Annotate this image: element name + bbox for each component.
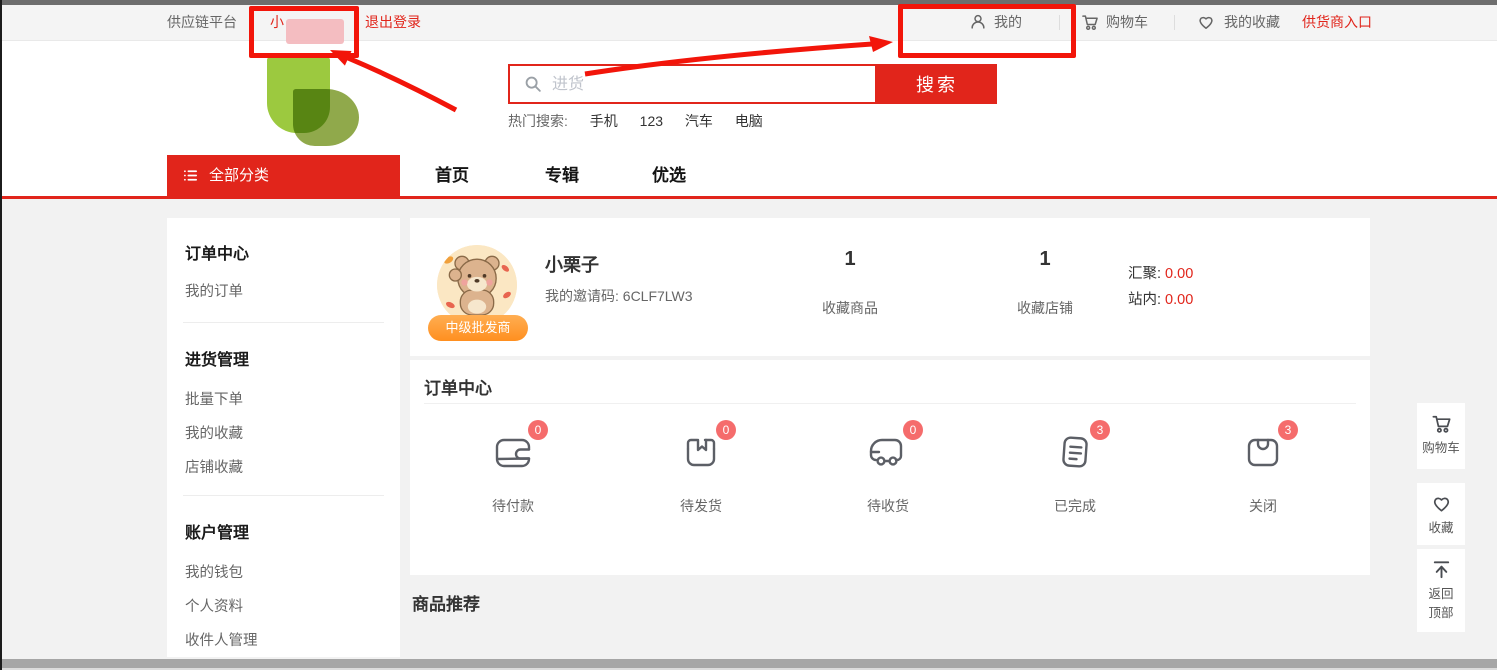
order-center-title: 订单中心 <box>424 374 492 399</box>
cart-icon <box>1080 12 1100 32</box>
sidebar-divider <box>183 495 384 496</box>
page: 供应链平台 小 退出登录 我的 购物车 我的收藏 供货商入口 搜索 热门搜索: … <box>0 0 1497 670</box>
order-status-label: 关闭 <box>1167 496 1359 516</box>
bear-avatar-image <box>437 245 517 325</box>
invite-code: 我的邀请码: 6CLF7LW3 <box>545 286 693 306</box>
stat-label: 收藏商品 <box>790 298 910 318</box>
balance-zhannei: 站内:0.00 <box>1128 288 1193 309</box>
topbar-my-link[interactable]: 我的 <box>994 5 1022 40</box>
profile-card: 中级批发商 小栗子 我的邀请码: 6CLF7LW3 1 收藏商品 1 收藏店铺 … <box>410 218 1370 356</box>
level-badge: 中级批发商 <box>428 315 528 341</box>
sidebar-item-my-favorites[interactable]: 我的收藏 <box>185 422 243 443</box>
avatar[interactable] <box>437 245 517 325</box>
order-center-card: 订单中心 0 待付款 0 待发货 <box>410 360 1370 575</box>
hot-search-item[interactable]: 电脑 <box>735 113 763 129</box>
order-center-divider <box>424 403 1356 404</box>
hot-search-item[interactable]: 汽车 <box>685 113 713 129</box>
stat-favorite-products[interactable]: 1 收藏商品 <box>790 218 910 356</box>
profile-name: 小栗子 <box>545 251 599 277</box>
nav-link-album[interactable]: 专辑 <box>545 155 579 196</box>
topbar-divider <box>1174 15 1175 30</box>
sidebar-item-my-wallet[interactable]: 我的钱包 <box>185 561 243 582</box>
search-bar <box>508 64 877 104</box>
topbar-divider <box>356 15 357 30</box>
all-categories-button[interactable]: 全部分类 <box>167 155 400 196</box>
balance-value: 0.00 <box>1165 266 1193 282</box>
supplier-entry-link[interactable]: 供货商入口 <box>1302 5 1372 40</box>
sidebar-item-bulk-order[interactable]: 批量下单 <box>185 388 243 409</box>
hot-search-row: 热门搜索: 手机 123 汽车 电脑 <box>508 112 763 130</box>
back-top-label-line2: 顶部 <box>1417 602 1465 621</box>
hot-search-label: 热门搜索: <box>508 113 568 129</box>
recommend-title: 商品推荐 <box>412 590 480 615</box>
back-to-top-icon <box>1430 558 1453 581</box>
stat-label: 收藏店铺 <box>985 298 1105 318</box>
user-icon <box>968 12 988 32</box>
count-badge: 0 <box>528 420 548 440</box>
category-list-icon <box>182 167 199 184</box>
stat-value: 1 <box>985 248 1105 271</box>
nav-link-preferred[interactable]: 优选 <box>652 155 686 196</box>
order-status-label: 待付款 <box>417 496 609 516</box>
float-cart-button[interactable]: 购物车 <box>1417 403 1465 469</box>
heart-icon <box>1430 492 1453 515</box>
count-badge: 3 <box>1278 420 1298 440</box>
window-top-edge <box>0 0 1497 5</box>
balance-label: 站内: <box>1128 292 1161 308</box>
order-status-completed[interactable]: 3 已完成 <box>979 422 1171 562</box>
topbar: 供应链平台 小 退出登录 我的 购物车 我的收藏 供货商入口 <box>2 5 1497 41</box>
count-badge: 0 <box>716 420 736 440</box>
stat-favorite-shops[interactable]: 1 收藏店铺 <box>985 218 1105 356</box>
logo-shape-dark <box>293 89 359 146</box>
logout-link[interactable]: 退出登录 <box>365 5 421 40</box>
all-categories-label: 全部分类 <box>209 167 269 184</box>
sidebar-item-shop-favorites[interactable]: 店铺收藏 <box>185 456 243 477</box>
float-favorites-button[interactable]: 收藏 <box>1417 483 1465 545</box>
float-favorites-label: 收藏 <box>1417 517 1465 536</box>
hot-search-item[interactable]: 手机 <box>590 113 618 129</box>
topbar-username-link[interactable]: 小 <box>270 5 284 40</box>
topbar-cart-link[interactable]: 购物车 <box>1106 5 1148 40</box>
topbar-favorites-link[interactable]: 我的收藏 <box>1224 5 1280 40</box>
sidebar-item-recipient-mgmt[interactable]: 收件人管理 <box>185 629 258 650</box>
sidebar-item-personal-info[interactable]: 个人资料 <box>185 595 243 616</box>
order-status-pending-shipment[interactable]: 0 待发货 <box>605 422 797 562</box>
balance-value: 0.00 <box>1165 292 1193 308</box>
sidebar: 订单中心 我的订单 进货管理 批量下单 我的收藏 店铺收藏 账户管理 我的钱包 … <box>167 218 400 657</box>
back-top-label-line1: 返回 <box>1417 583 1465 602</box>
sidebar-section-title: 进货管理 <box>185 346 249 370</box>
float-cart-label: 购物车 <box>1417 437 1465 456</box>
order-status-closed[interactable]: 3 关闭 <box>1167 422 1359 562</box>
window-left-edge <box>0 0 2 670</box>
order-status-pending-payment[interactable]: 0 待付款 <box>417 422 609 562</box>
horizontal-scrollbar[interactable] <box>2 659 1497 668</box>
sidebar-section-title: 账户管理 <box>185 519 249 543</box>
balance-huiju: 汇聚:0.00 <box>1128 262 1193 283</box>
order-status-label: 待发货 <box>605 496 797 516</box>
sidebar-divider <box>183 322 384 323</box>
order-status-label: 待收货 <box>792 496 984 516</box>
order-status-label: 已完成 <box>979 496 1171 516</box>
balance-label: 汇聚: <box>1128 266 1161 282</box>
site-logo[interactable] <box>267 57 372 145</box>
topbar-divider <box>1059 15 1060 30</box>
nav-link-home[interactable]: 首页 <box>435 155 469 196</box>
cart-icon <box>1430 412 1453 435</box>
heart-icon <box>1196 12 1216 32</box>
search-icon <box>522 73 544 95</box>
search-input[interactable] <box>550 68 864 102</box>
sidebar-section-title: 订单中心 <box>185 240 249 264</box>
search-button[interactable]: 搜索 <box>877 64 997 104</box>
username-redaction-overlay <box>286 19 344 44</box>
topbar-platform-link[interactable]: 供应链平台 <box>167 5 237 40</box>
count-badge: 3 <box>1090 420 1110 440</box>
count-badge: 0 <box>903 420 923 440</box>
order-status-pending-receipt[interactable]: 0 待收货 <box>792 422 984 562</box>
back-to-top-button[interactable]: 返回 顶部 <box>1417 549 1465 632</box>
sidebar-item-my-orders[interactable]: 我的订单 <box>185 280 243 301</box>
hot-search-item[interactable]: 123 <box>640 113 663 129</box>
stat-value: 1 <box>790 248 910 271</box>
